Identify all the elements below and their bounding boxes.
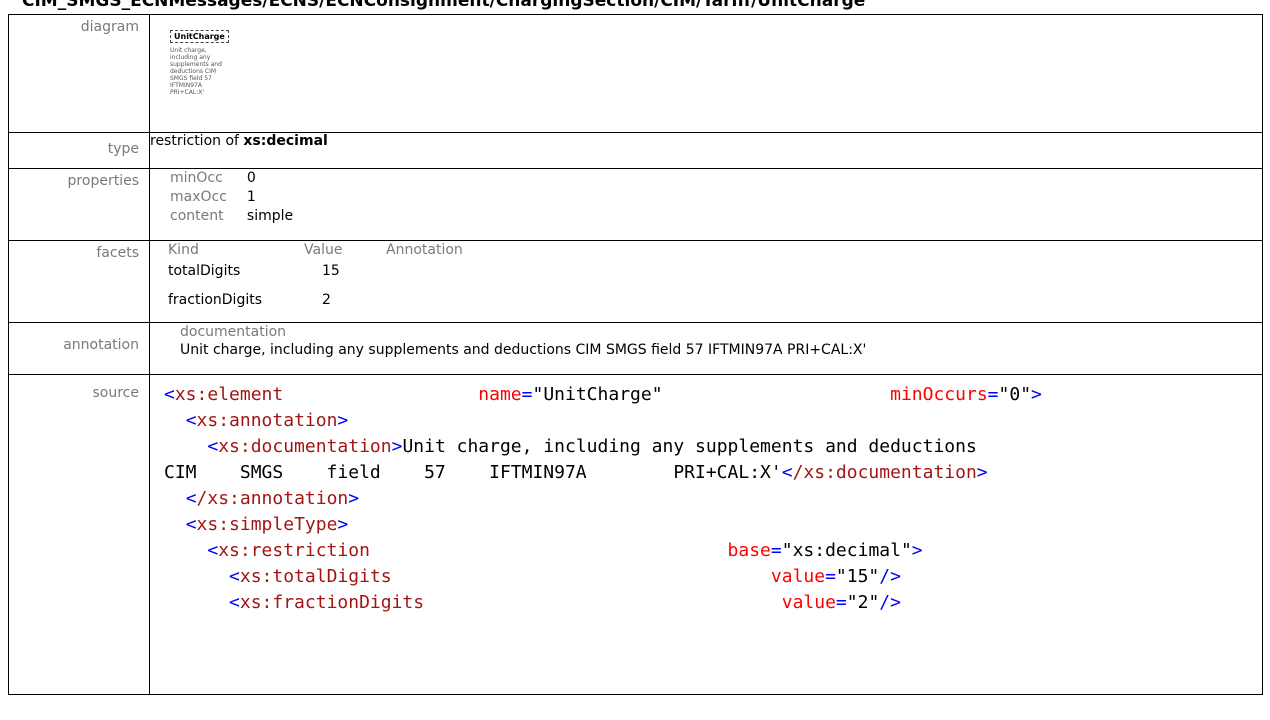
source-attr-value: "UnitCharge" <box>532 384 663 405</box>
facet-annotation <box>386 279 463 308</box>
annotation-row: annotation documentation Unit charge, in… <box>8 322 1263 375</box>
properties-cell: minOcc 0 maxOcc 1 content simple <box>149 168 1263 241</box>
source-attr: value <box>781 592 836 613</box>
type-base-link[interactable]: xs:decimal <box>243 133 327 149</box>
facets-header-value: Value <box>304 242 343 258</box>
property-row: maxOcc 1 <box>170 186 293 205</box>
source-label: source <box>8 374 150 695</box>
annotation-cell: documentation Unit charge, including any… <box>149 322 1263 375</box>
facet-row: totalDigits 15 <box>168 258 463 279</box>
diagram-cell: UnitCharge Unit charge, including any su… <box>149 14 1263 133</box>
type-prefix: restriction of <box>150 133 244 149</box>
facets-table: Kind Value Annotation totalDigits 15 fra… <box>168 241 463 308</box>
property-value: 0 <box>246 170 256 186</box>
property-key: minOcc <box>170 170 223 186</box>
annotation-doc-text: Unit charge, including any supplements a… <box>180 342 867 358</box>
source-tag: xs:annotation <box>196 410 338 431</box>
source-tag: xs:totalDigits <box>239 566 392 587</box>
source-attr: name <box>478 384 522 405</box>
source-attr: base <box>727 540 771 561</box>
source-tag: xs:simpleType <box>196 514 338 535</box>
facet-row: fractionDigits 2 <box>168 279 463 308</box>
facet-kind: fractionDigits <box>168 292 263 308</box>
source-attr-value: "15" <box>835 566 880 587</box>
annotation-doc-label: documentation <box>180 324 287 340</box>
properties-row: properties minOcc 0 maxOcc 1 content simple <box>8 168 1263 241</box>
property-value: simple <box>246 208 294 224</box>
property-row: minOcc 0 <box>170 169 293 186</box>
element-doc-table: diagram UnitCharge Unit charge, includin… <box>8 14 1263 695</box>
source-attr: minOccurs <box>890 384 988 405</box>
facet-annotation <box>386 258 463 279</box>
diagram-label: diagram <box>8 14 150 133</box>
facets-header-kind: Kind <box>168 242 199 258</box>
source-attr-value: "0" <box>998 384 1032 405</box>
facet-kind: totalDigits <box>168 263 241 279</box>
property-value: 1 <box>246 189 256 205</box>
properties-table: minOcc 0 maxOcc 1 content simple <box>170 169 293 224</box>
facets-label: facets <box>8 240 150 323</box>
source-attr-value: "xs:decimal" <box>781 540 912 561</box>
source-tag: /xs:documentation <box>792 462 977 483</box>
facets-cell: Kind Value Annotation totalDigits 15 fra… <box>149 240 1263 323</box>
annotation-label: annotation <box>8 322 150 375</box>
source-text: CIM SMGS field 57 IFTMIN97A PRI+CAL:X' <box>164 462 782 483</box>
source-tag: xs:element <box>174 384 284 405</box>
facets-row: facets Kind Value Annotation totalDigits… <box>8 240 1263 323</box>
source-code: <xs:element name="UnitCharge" minOccurs=… <box>164 384 1042 613</box>
type-cell: restriction of xs:decimal <box>149 132 1263 169</box>
properties-label: properties <box>8 168 150 241</box>
facets-header-row: Kind Value Annotation <box>168 241 463 258</box>
diagram-element-box[interactable]: UnitCharge <box>170 30 229 43</box>
page-title: CIM_SMGS_ECNMessages/ECNS/ECNConsignment… <box>22 0 866 11</box>
diagram-description: Unit charge, including any supplements a… <box>170 47 222 96</box>
source-tag: /xs:annotation <box>196 488 349 509</box>
source-attr-value: "2" <box>846 592 880 613</box>
property-key: maxOcc <box>170 189 227 205</box>
property-row: content simple <box>170 205 293 224</box>
diagram-row: diagram UnitCharge Unit charge, includin… <box>8 14 1263 133</box>
facet-value: 15 <box>322 263 340 279</box>
source-cell: <xs:element name="UnitCharge" minOccurs=… <box>149 374 1263 695</box>
source-tag: xs:documentation <box>218 436 392 457</box>
source-tag: xs:fractionDigits <box>239 592 425 613</box>
source-tag: xs:restriction <box>218 540 370 561</box>
property-key: content <box>170 208 224 224</box>
source-text: Unit charge, including any supplements a… <box>402 436 977 457</box>
type-label: type <box>8 132 150 169</box>
facets-header-annotation: Annotation <box>386 242 463 258</box>
type-row: type restriction of xs:decimal <box>8 132 1263 169</box>
facet-value: 2 <box>322 292 331 308</box>
source-attr: value <box>770 566 826 587</box>
source-row: source <xs:element name="UnitCharge" min… <box>8 374 1263 695</box>
